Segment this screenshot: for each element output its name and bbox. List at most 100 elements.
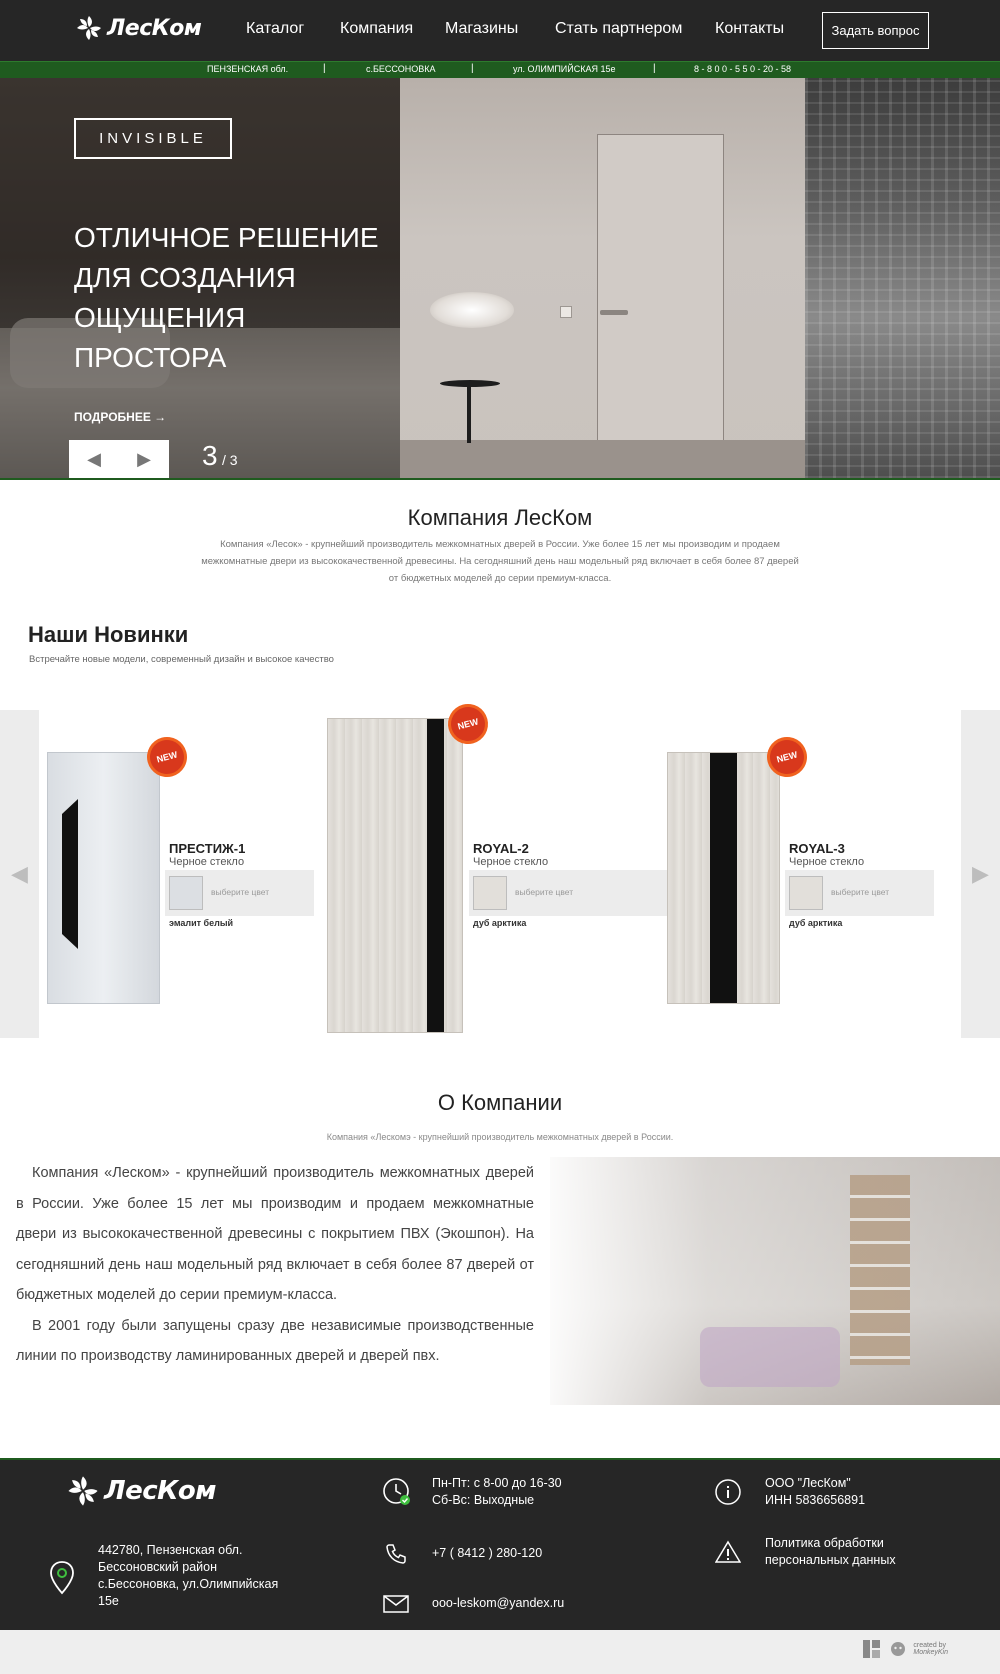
footer-hours-weekdays: Пн-Пт: с 8-00 до 16-30: [432, 1476, 562, 1490]
choose-color-label: выберите цвет: [515, 887, 574, 897]
hero-slider: INVISIBLE ОТЛИЧНОЕ РЕШЕНИЕ ДЛЯ СОЗДАНИЯ …: [0, 78, 1000, 478]
info-phone[interactable]: 8 - 8 0 0 - 5 5 0 - 20 - 58: [694, 64, 791, 74]
clock-icon: [383, 1478, 410, 1505]
slider-controls: ◀ ▶: [69, 440, 169, 478]
prev-slide-icon[interactable]: ◀: [87, 449, 101, 470]
info-region: ПЕНЗЕНСКАЯ обл.: [207, 64, 289, 74]
developer-credit[interactable]: created by MonkeyKin: [861, 1638, 948, 1660]
slide-total: / 3: [222, 452, 238, 468]
hero-image-handle: [600, 310, 628, 315]
next-slide-icon[interactable]: ▶: [137, 449, 151, 470]
footer-phone[interactable]: +7 ( 8412 ) 280-120: [432, 1545, 542, 1562]
about-text: Компания «Леском» - крупнейший производи…: [16, 1158, 534, 1372]
color-selector[interactable]: выберите цвет: [165, 870, 314, 916]
footer-email[interactable]: ooo-leskom@yandex.ru: [432, 1595, 564, 1612]
footer-logo-text: ЛесКом: [104, 1476, 217, 1506]
product-name[interactable]: ROYAL-2: [473, 841, 529, 856]
hero-image-floor: [400, 440, 805, 478]
hero-image-lamp: [430, 292, 514, 328]
glass-insert: [710, 753, 737, 1003]
warning-icon: [715, 1540, 741, 1563]
about-image-sofa: [700, 1327, 840, 1387]
product-name[interactable]: ПРЕСТИЖ-1: [169, 841, 245, 856]
phone-icon: [386, 1544, 406, 1564]
company-text: Компания «Лесок» - крупнейший производит…: [201, 539, 799, 584]
hero-divider: [0, 478, 1000, 480]
nav-contacts[interactable]: Контакты: [715, 20, 805, 38]
developer-logo-icon: [863, 1640, 881, 1658]
about-subtitle: Компания «Лескомэ - крупнейший производи…: [326, 1132, 674, 1142]
product-finish: дуб арктика: [473, 918, 527, 928]
site-footer: ЛесКом 442780, Пензенская обл. Бессоновс…: [0, 1458, 1000, 1630]
product-image-royal-3[interactable]: [667, 752, 780, 1004]
new-products-title: Наши Новинки: [28, 622, 189, 647]
info-separator: |: [653, 63, 656, 74]
product-finish: дуб арктика: [789, 918, 843, 928]
hero-more-link[interactable]: ПОДРОБНЕЕ →: [74, 410, 166, 424]
monkey-icon: [891, 1642, 906, 1656]
nav-catalog[interactable]: Каталог: [246, 20, 340, 38]
site-header: ЛесКом Каталог Компания Магазины Стать п…: [0, 0, 1000, 61]
color-swatch[interactable]: [473, 876, 507, 910]
about-image: [550, 1157, 1000, 1405]
product-name[interactable]: ROYAL-3: [789, 841, 845, 856]
hero-badge: INVISIBLE: [74, 118, 232, 159]
hero-image-door: [597, 134, 724, 444]
ask-question-button[interactable]: Задать вопрос: [822, 12, 929, 49]
info-separator: |: [471, 63, 474, 74]
nav-partner[interactable]: Стать партнером: [555, 20, 715, 38]
footer-privacy-policy[interactable]: Политика обработки персональных данных: [765, 1535, 925, 1569]
logo-icon: [77, 16, 101, 40]
footer-hours-weekend: Сб-Вс: Выходные: [432, 1493, 535, 1507]
about-paragraph: Компания «Леском» - крупнейший производи…: [16, 1165, 534, 1303]
info-separator: |: [323, 63, 326, 74]
slide-current: 3: [202, 440, 218, 471]
about-paragraph: В 2001 году были запущены сразу две неза…: [16, 1317, 534, 1365]
choose-color-label: выберите цвет: [211, 887, 270, 897]
carousel-prev-button[interactable]: ◀: [0, 710, 39, 1038]
product-desc: Черное стекло: [169, 856, 245, 868]
carousel-next-button[interactable]: ▶: [961, 710, 1000, 1038]
color-swatch[interactable]: [169, 876, 203, 910]
page: ЛесКом Каталог Компания Магазины Стать п…: [0, 0, 1000, 1674]
slide-counter: 3 / 3: [202, 440, 238, 472]
footer-company-name: ООО "ЛесКом": [765, 1476, 851, 1490]
product-desc: Черное стекло: [473, 856, 549, 868]
info-bar: ПЕНЗЕНСКАЯ обл. | с.БЕССОНОВКА | ул. ОЛИ…: [0, 61, 1000, 78]
product-image-royal-2[interactable]: [327, 718, 463, 1033]
arrow-right-icon: ▶: [972, 861, 989, 887]
product-image-prestige-1[interactable]: [47, 752, 160, 1004]
product-desc: Черное стекло: [789, 856, 865, 868]
location-pin-icon: [50, 1561, 74, 1595]
product-finish: эмалит белый: [169, 918, 234, 928]
credit-line: MonkeyKin: [913, 1649, 948, 1656]
footer-address: 442780, Пензенская обл. Бессоновский рай…: [98, 1543, 279, 1608]
logo-text: ЛесКом: [107, 15, 202, 41]
email-icon: [383, 1595, 409, 1613]
color-selector[interactable]: выберите цвет: [785, 870, 934, 916]
nav-company[interactable]: Компания: [340, 20, 445, 38]
logo-icon: [68, 1476, 98, 1506]
new-products-subtitle: Встречайте новые модели, современный диз…: [29, 654, 334, 665]
hero-image-city: [805, 78, 1000, 478]
logo[interactable]: ЛесКом: [75, 14, 202, 42]
info-village: с.БЕССОНОВКА: [366, 64, 436, 74]
credit-line: created by: [913, 1642, 947, 1649]
about-title: О Компании: [437, 1090, 563, 1115]
footer-logo[interactable]: ЛесКом: [66, 1474, 217, 1508]
color-selector[interactable]: выберите цвет: [469, 870, 680, 916]
about-image-door: [850, 1175, 910, 1365]
nav-stores[interactable]: Магазины: [445, 20, 555, 38]
footer-bottom-bar: created by MonkeyKin: [0, 1630, 1000, 1674]
glass-insert: [62, 799, 78, 949]
company-title: Компания ЛесКом: [407, 505, 593, 530]
credit-text: created by MonkeyKin: [913, 1642, 948, 1656]
info-icon: [715, 1479, 741, 1505]
arrow-left-icon: ◀: [11, 861, 28, 887]
footer-inn: ИНН 5836656891: [765, 1493, 866, 1507]
choose-color-label: выберите цвет: [831, 887, 890, 897]
hero-image-table-leg: [467, 383, 471, 443]
color-swatch[interactable]: [789, 876, 823, 910]
hero-title: ОТЛИЧНОЕ РЕШЕНИЕ ДЛЯ СОЗДАНИЯ ОЩУЩЕНИЯ П…: [74, 222, 379, 373]
main-nav: Каталог Компания Магазины Стать партнеро…: [246, 20, 805, 38]
